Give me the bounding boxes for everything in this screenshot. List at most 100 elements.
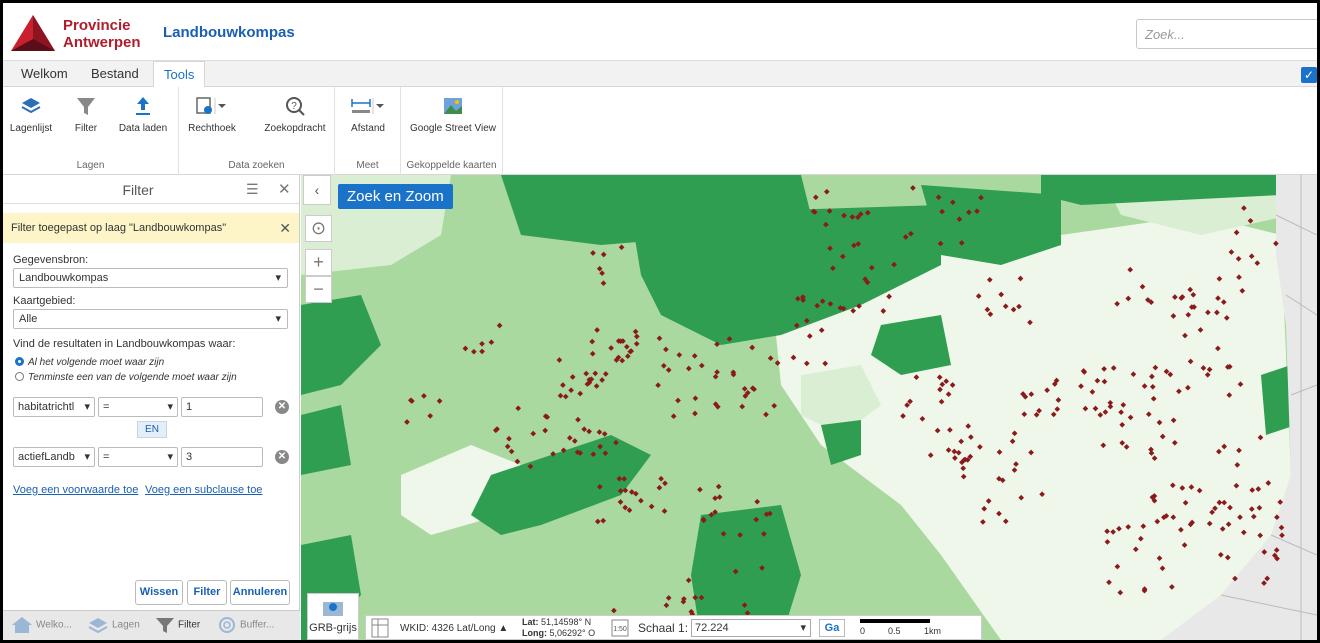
basemap-button[interactable]: GRB-grijs <box>307 593 359 640</box>
data-laden-button[interactable]: Data laden <box>114 95 172 134</box>
panel-title: Filter <box>122 182 154 198</box>
radio-any-label: Tenminste een van de volgende moet waar … <box>28 372 237 383</box>
banner-text: Filter toegepast op laag "Landbouwkompas… <box>11 222 227 234</box>
logo-line-2: Antwerpen <box>63 34 141 51</box>
tab-tools[interactable]: Tools <box>153 61 206 88</box>
collapse-panel-button[interactable]: ‹ <box>303 175 331 205</box>
ribbon-group-meet: Afstand Meet <box>335 87 401 175</box>
find-results-label: Vind de resultaten in Landbouwkompas waa… <box>13 338 236 350</box>
tab-bestand[interactable]: Bestand <box>81 61 149 87</box>
radio-all-label: Al het volgende moet waar zijn <box>28 357 165 368</box>
datasource-label: Gegevensbron: <box>13 254 89 266</box>
zoek-en-zoom-button[interactable]: Zoek en Zoom <box>338 184 453 209</box>
upload-icon <box>136 97 150 115</box>
province-logo <box>11 15 55 51</box>
ribbon-group-label-data-zoeken: Data zoeken <box>228 160 285 171</box>
scale-input[interactable]: 72.224 ▾ <box>691 619 811 637</box>
afstand-label: Afstand <box>351 123 385 134</box>
remove-condition-icon[interactable]: ✕ <box>275 400 289 414</box>
bottom-tab-buffer[interactable]: Buffer... <box>217 616 274 634</box>
bottom-tab-label: Lagen <box>112 619 140 631</box>
radio-all[interactable]: Al het volgende moet waar zijn <box>15 357 164 368</box>
zoom-in-button[interactable]: + <box>305 249 332 276</box>
remove-condition-icon[interactable]: ✕ <box>275 450 289 464</box>
bottom-tab-welkom[interactable]: Welko... <box>11 616 72 634</box>
datasource-select[interactable]: Landbouwkompas ▾ <box>13 268 288 288</box>
menu-icon[interactable]: ☰ <box>246 181 259 198</box>
afstand-button[interactable]: Afstand <box>341 95 395 134</box>
condition-field-value: habitatrichtl <box>18 401 75 413</box>
area-value: Alle <box>19 313 38 325</box>
street-view-button[interactable]: Google Street View <box>407 95 499 134</box>
bottom-tab-label: Filter <box>178 619 201 631</box>
condition-field-select[interactable]: habitatrichtl ▾ <box>13 397 95 417</box>
chevron-down-icon: ▾ <box>167 401 173 413</box>
ribbon-group-label-gekoppelde-kaarten: Gekoppelde kaarten <box>406 160 497 171</box>
clear-button[interactable]: Wissen <box>135 580 183 605</box>
scale-tick: 1km <box>924 626 942 636</box>
home-icon <box>12 617 32 633</box>
filter-button[interactable]: Filter <box>69 95 103 134</box>
coordinate-readout: Lat: 51,14598° N Long: 5,06292° O <box>522 617 595 639</box>
filter-icon <box>77 98 95 115</box>
condition-operator-select[interactable]: = ▾ <box>98 447 178 467</box>
basemap-icon <box>323 602 343 616</box>
connector-badge[interactable]: EN <box>137 421 167 438</box>
condition-value-input[interactable]: 3 <box>181 447 263 467</box>
condition-operator-select[interactable]: = ▾ <box>98 397 178 417</box>
banner-close-icon[interactable]: ✕ <box>279 220 291 237</box>
zoekopdracht-label: Zoekopdracht <box>264 123 326 134</box>
area-select[interactable]: Alle ▾ <box>13 309 288 329</box>
cancel-button[interactable]: Annuleren <box>230 580 290 605</box>
map-view[interactable]: ‹ Zoek en Zoom ⊙ + − GRB-grijs WKID: 432… <box>301 175 1317 640</box>
condition-value-input[interactable]: 1 <box>181 397 263 417</box>
radio-any[interactable]: Tenminste een van de volgende moet waar … <box>15 372 237 383</box>
lagenlijst-button[interactable]: Lagenlijst <box>9 95 53 134</box>
rectangle-select-icon <box>196 97 226 114</box>
ribbon-group-lagen: Lagenlijst Filter Data laden Lagen <box>3 87 179 175</box>
logo-line-1: Provincie <box>63 17 131 34</box>
scale-tick: 0 <box>860 626 866 636</box>
close-icon[interactable]: ✕ <box>278 180 291 198</box>
filter-label: Filter <box>74 123 98 134</box>
checkbox-icon[interactable]: ✓ <box>1301 67 1317 83</box>
filter-apply-button[interactable]: Filter <box>187 580 227 605</box>
panel-tab-bar: Welko... Lagen Filter Buffer... <box>3 610 300 640</box>
menu-bar: Welkom Bestand Tools ✓ <box>3 61 1317 88</box>
go-button[interactable]: Ga <box>819 619 845 637</box>
svg-text:?: ? <box>291 101 297 112</box>
chevron-down-icon: ▾ <box>275 272 281 284</box>
filter-icon <box>156 618 174 633</box>
add-subclause-link[interactable]: Voeg een subclause toe <box>145 484 262 496</box>
ribbon: Lagenlijst Filter Data laden Lagen Recht… <box>3 87 1317 175</box>
condition-field-select[interactable]: actiefLandb ▾ <box>13 447 95 467</box>
wkid-label[interactable]: WKID: 4326 Lat/Long ▲ <box>400 623 508 634</box>
scale-label: Schaal 1: <box>638 621 689 635</box>
bottom-tab-filter[interactable]: Filter <box>155 616 200 634</box>
filter-panel: Filter ☰ ✕ Filter toegepast op laag "Lan… <box>3 175 300 640</box>
bottom-tab-label: Welko... <box>36 619 72 631</box>
radio-selected-icon <box>15 357 24 366</box>
buffer-icon <box>219 617 235 633</box>
zoekopdracht-button[interactable]: ? Zoekopdracht <box>259 95 331 134</box>
zoom-out-button[interactable]: − <box>305 276 332 303</box>
tab-welkom[interactable]: Welkom <box>11 61 78 87</box>
chevron-down-icon: ▾ <box>84 451 90 463</box>
chevron-down-icon: ▾ <box>800 622 806 634</box>
bottom-tab-lagen[interactable]: Lagen <box>87 616 140 634</box>
locate-icon[interactable]: ⊙ <box>305 215 332 242</box>
search-input[interactable]: Zoek... <box>1136 19 1317 49</box>
chevron-down-icon: ▾ <box>275 313 281 325</box>
map-canvas[interactable] <box>301 175 1317 640</box>
scale-bar-line <box>860 619 930 623</box>
scale-value: 72.224 <box>695 622 729 634</box>
condition-operator-value: = <box>103 451 110 463</box>
ribbon-group-label-meet: Meet <box>356 160 379 171</box>
map-status-bar: WKID: 4326 Lat/Long ▲ Lat: 51,14598° N L… <box>365 615 982 640</box>
add-condition-link[interactable]: Voeg een voorwaarde toe <box>13 484 138 496</box>
datasource-value: Landbouwkompas <box>19 272 109 284</box>
rechthoek-button[interactable]: Rechthoek <box>185 95 239 134</box>
bottom-tab-label: Buffer... <box>240 619 275 631</box>
filter-applied-banner: Filter toegepast op laag "Landbouwkompas… <box>3 213 299 243</box>
rechthoek-label: Rechthoek <box>188 123 236 134</box>
